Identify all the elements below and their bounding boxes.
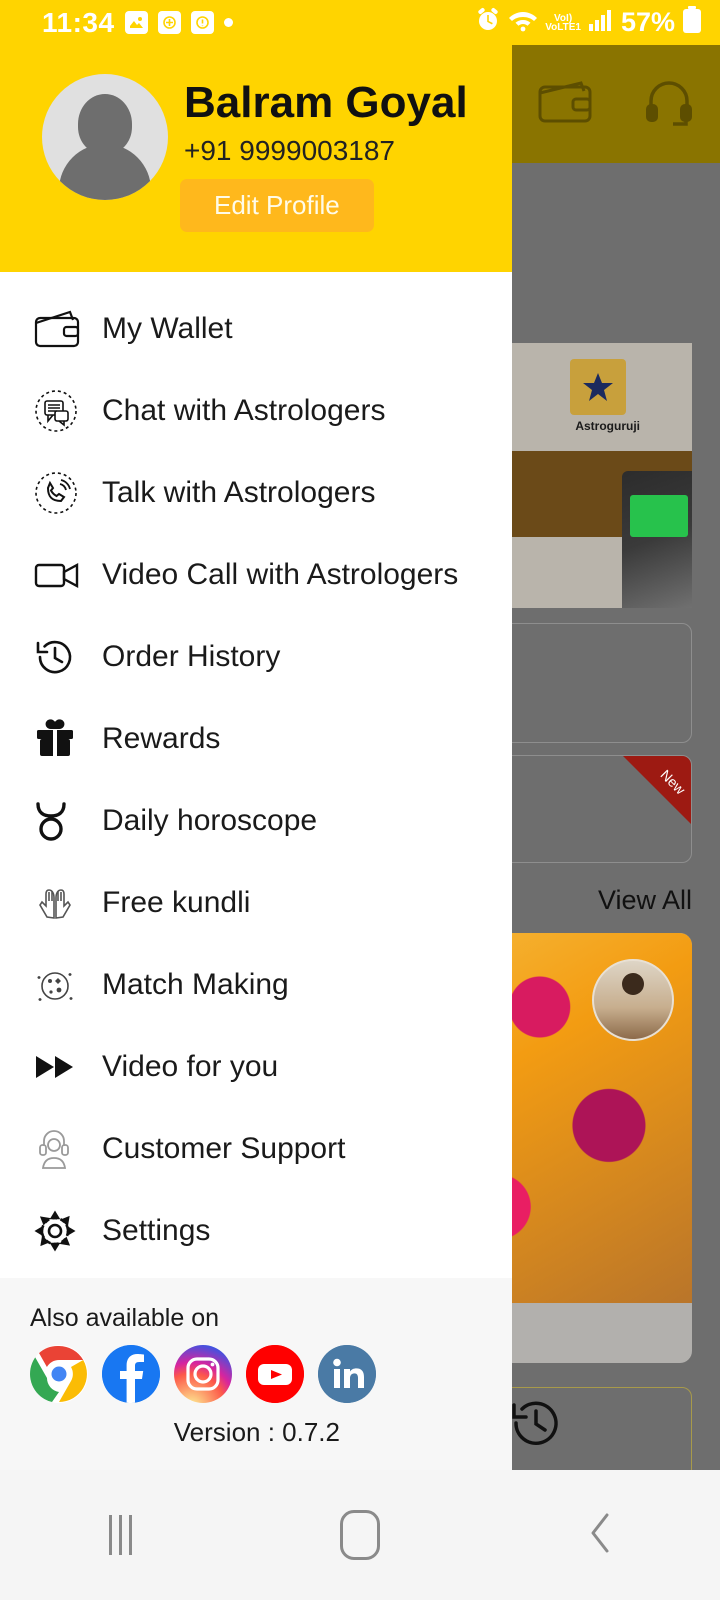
background-topbar-icons (512, 45, 720, 163)
new-badge-label: New (657, 766, 689, 798)
home-button[interactable] (300, 1470, 420, 1600)
sidebar-item-label: My Wallet (102, 312, 233, 345)
battery-icon (682, 6, 702, 39)
gear-icon (34, 1210, 88, 1252)
back-button[interactable] (540, 1470, 660, 1600)
sidebar-item-order-history[interactable]: Order History (0, 616, 512, 698)
moon-stars-icon (34, 964, 88, 1006)
signal-icon (588, 8, 614, 37)
wallet-icon (34, 310, 88, 348)
sidebar-item-label: Talk with Astrologers (102, 476, 376, 509)
warning-icon (190, 11, 214, 34)
page-title: Balram Goyal (184, 78, 468, 127)
praying-hands-icon (34, 884, 88, 922)
wallet-icon[interactable] (537, 79, 593, 130)
status-bar-left: 11:34 (42, 7, 233, 39)
sidebar-item-video-call-with-astrologers[interactable]: Video Call with Astrologers (0, 534, 512, 616)
app-icon (157, 11, 181, 34)
edit-profile-button[interactable]: Edit Profile (180, 179, 374, 232)
version-label: Version : 0.7.2 (173, 1417, 340, 1447)
linkedin-icon[interactable] (318, 1345, 376, 1403)
sidebar-item-label: Order History (102, 640, 281, 673)
gift-icon (34, 719, 88, 759)
dot-icon (223, 18, 233, 27)
battery-percent-label: 57% (620, 7, 675, 37)
history-clock-icon[interactable] (508, 1395, 564, 1456)
status-bar: 11:34 VoI) VoLTE1 57% (0, 0, 720, 45)
instagram-icon[interactable] (174, 1345, 232, 1403)
recents-button[interactable] (60, 1470, 180, 1600)
history-clock-icon (34, 636, 88, 678)
new-badge-ribbon: New (623, 756, 691, 824)
chat-icon (34, 389, 88, 433)
sidebar-item-label: Free kundli (102, 886, 251, 919)
alarm-icon (475, 7, 501, 38)
sidebar-item-settings[interactable]: Settings (0, 1190, 512, 1272)
avatar-body (59, 144, 151, 200)
sidebar-item-match-making[interactable]: Match Making (0, 944, 512, 1026)
sidebar-item-chat-with-astrologers[interactable]: Chat with Astrologers (0, 370, 512, 452)
status-bar-right: VoI) VoLTE1 57% (475, 6, 702, 39)
astroguruji-logo-icon (570, 359, 626, 415)
sidebar-item-label: Settings (102, 1214, 211, 1247)
chrome-icon[interactable] (30, 1345, 88, 1403)
sidebar-item-free-kundli[interactable]: Free kundli (0, 862, 512, 944)
home-icon (340, 1510, 380, 1560)
youtube-icon[interactable] (246, 1345, 304, 1403)
sidebar-item-label: Customer Support (102, 1132, 346, 1165)
promo-photo (622, 471, 692, 608)
facebook-icon[interactable] (102, 1345, 160, 1403)
taurus-zodiac-icon (34, 800, 88, 842)
gallery-icon (124, 11, 148, 34)
sidebar-item-label: Daily horoscope (102, 804, 318, 837)
astroguruji-brand-label: Astroguruji (575, 419, 640, 433)
sidebar-item-talk-with-astrologers[interactable]: Talk with Astrologers (0, 452, 512, 534)
volte-icon: VoI) VoLTE1 (545, 13, 581, 33)
back-chevron-icon (583, 1509, 617, 1562)
fast-forward-icon (34, 1054, 88, 1080)
sidebar-item-my-wallet[interactable]: My Wallet (0, 288, 512, 370)
navigation-drawer: Balram Goyal +91 9999003187 Edit Profile… (0, 0, 512, 1470)
view-all-link[interactable]: View All (598, 885, 692, 916)
headset-icon[interactable] (643, 77, 695, 132)
recents-icon (108, 1515, 132, 1555)
sidebar-item-label: Video Call with Astrologers (102, 558, 459, 591)
sidebar-item-label: Video for you (102, 1050, 279, 1083)
support-agent-icon (34, 1128, 88, 1170)
drawer-menu-list: My Wallet Chat with Astrologers Talk wit… (0, 272, 512, 1278)
sidebar-item-rewards[interactable]: Rewards (0, 698, 512, 780)
astrologer-avatar (592, 959, 674, 1041)
sidebar-item-label: Rewards (102, 722, 221, 755)
drawer-footer: Also available on Version: 0.7.2 (0, 1278, 512, 1470)
avatar[interactable] (42, 74, 168, 200)
sidebar-item-video-for-you[interactable]: Video for you (0, 1026, 512, 1108)
profile-phone: +91 9999003187 (184, 135, 395, 166)
phone-call-icon (34, 471, 88, 515)
sidebar-item-label: Match Making (102, 968, 289, 1001)
also-available-label: Also available on (30, 1304, 220, 1332)
sidebar-item-daily-horoscope[interactable]: Daily horoscope (0, 780, 512, 862)
volte-label: VoLTE1 (545, 21, 581, 33)
social-links-row (0, 1345, 512, 1403)
video-camera-icon (34, 559, 88, 591)
android-navigation-bar (0, 1470, 720, 1600)
wifi-icon (508, 8, 538, 37)
sidebar-item-customer-support[interactable]: Customer Support (0, 1108, 512, 1190)
sidebar-item-label: Chat with Astrologers (102, 394, 386, 427)
status-bar-clock: 11:34 (42, 6, 115, 38)
